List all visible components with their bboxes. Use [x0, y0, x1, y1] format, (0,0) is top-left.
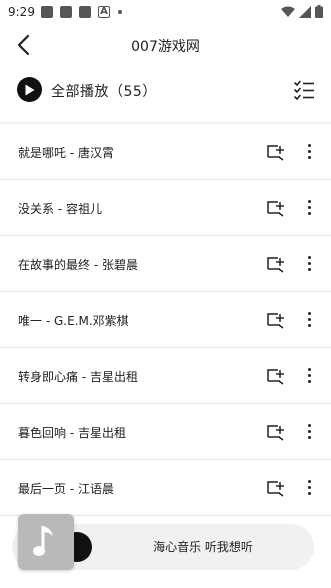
song-row[interactable]: 转身即心痛 - 吉星出租 — [0, 348, 331, 404]
play-all-text: 全部播放 — [51, 84, 109, 100]
song-count: （55） — [109, 84, 157, 100]
play-all-label[interactable]: 全部播放（55） — [51, 81, 157, 101]
more-options-icon[interactable] — [302, 477, 316, 497]
song-title: 没关系 - 容祖儿 — [18, 202, 102, 216]
add-to-playlist-icon[interactable] — [266, 365, 286, 385]
app-icon — [40, 6, 53, 18]
signal-icon — [299, 5, 311, 18]
page-title: 007游戏网 — [131, 39, 200, 55]
more-options-icon[interactable] — [302, 309, 316, 329]
song-title: 唯一 - G.E.M.邓紫棋 — [18, 314, 129, 328]
song-row[interactable]: 在故事的最终 - 张碧晨 — [0, 236, 331, 292]
song-title: 在故事的最终 - 张碧晨 — [18, 258, 138, 272]
add-to-playlist-icon[interactable] — [266, 253, 286, 273]
wifi-icon — [281, 6, 295, 17]
mini-player-text: 海心音乐 听我想听 — [153, 540, 253, 554]
more-options-icon[interactable] — [302, 197, 316, 217]
a-icon: A — [97, 6, 110, 18]
music-note-icon — [33, 526, 53, 556]
play-all-button[interactable] — [17, 77, 42, 102]
multiselect-button[interactable] — [293, 79, 315, 101]
checklist-icon — [294, 80, 314, 100]
add-to-playlist-icon[interactable] — [266, 477, 286, 497]
app-icon — [59, 6, 72, 18]
more-options-icon[interactable] — [302, 141, 316, 161]
song-list: 就是哪吒 - 唐汉霄 没关系 - 容祖儿 在故事的最终 - 张碧晨 唯一 - G… — [0, 124, 331, 516]
add-to-playlist-icon[interactable] — [266, 197, 286, 217]
song-row[interactable]: 唯一 - G.E.M.邓紫棋 — [0, 292, 331, 348]
song-title: 转身即心痛 - 吉星出租 — [18, 370, 138, 384]
play-icon — [25, 84, 35, 95]
song-title: 最后一页 - 江语晨 — [18, 482, 114, 496]
song-row[interactable]: 暮色回响 - 吉星出租 — [0, 404, 331, 460]
battery-icon — [315, 5, 323, 18]
app-header: 007游戏网 — [0, 24, 331, 68]
play-all-row: 全部播放（55） — [0, 74, 331, 106]
more-options-icon[interactable] — [302, 253, 316, 273]
song-row[interactable]: 最后一页 - 江语晨 — [0, 460, 331, 516]
song-row[interactable]: 就是哪吒 - 唐汉霄 — [0, 124, 331, 180]
more-options-icon[interactable] — [302, 365, 316, 385]
song-title: 就是哪吒 - 唐汉霄 — [18, 146, 114, 160]
status-right — [281, 5, 323, 18]
status-time: 9:29 — [8, 5, 35, 19]
dot-icon — [117, 10, 122, 14]
app-icon — [78, 6, 91, 18]
album-cover[interactable] — [18, 514, 74, 570]
add-to-playlist-icon[interactable] — [266, 141, 286, 161]
add-to-playlist-icon[interactable] — [266, 421, 286, 441]
more-options-icon[interactable] — [302, 421, 316, 441]
status-bar: 9:29 A — [0, 0, 331, 24]
song-title: 暮色回响 - 吉星出租 — [18, 426, 126, 440]
add-to-playlist-icon[interactable] — [266, 309, 286, 329]
song-row[interactable]: 没关系 - 容祖儿 — [0, 180, 331, 236]
